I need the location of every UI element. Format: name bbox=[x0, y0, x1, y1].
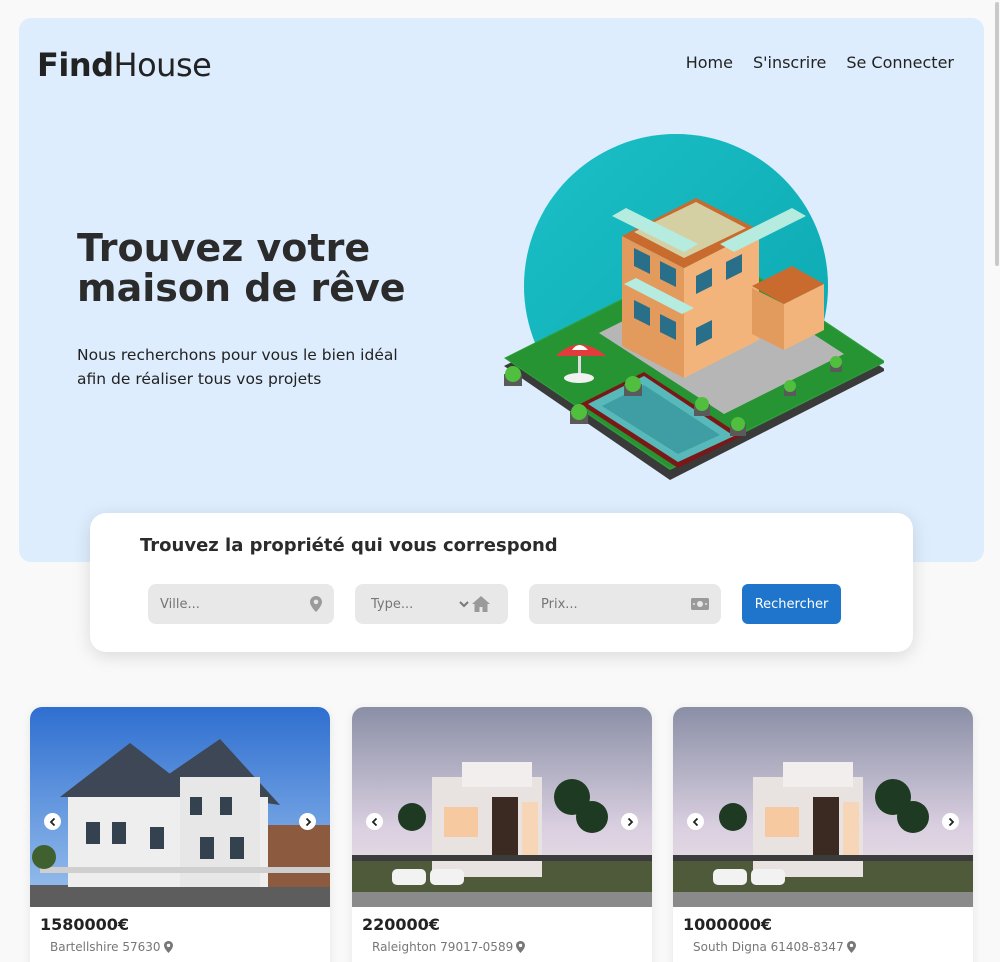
carousel-prev-button[interactable] bbox=[366, 813, 383, 830]
map-pin-icon bbox=[516, 941, 526, 953]
carousel-next-button[interactable] bbox=[621, 813, 638, 830]
listing-photo bbox=[352, 707, 652, 907]
map-pin-icon bbox=[310, 596, 322, 612]
main-nav: Home S'inscrire Se Connecter bbox=[686, 53, 954, 72]
search-title: Trouvez la propriété qui vous correspond bbox=[140, 535, 558, 556]
hero-subtitle: Nous recherchons pour vous le bien idéal… bbox=[77, 346, 398, 388]
chevron-left-icon bbox=[692, 817, 698, 826]
listing-price: 1000000€ bbox=[683, 915, 773, 934]
chevron-right-icon bbox=[627, 817, 633, 826]
listing-address-text: Bartellshire 57630 bbox=[50, 940, 161, 954]
listing-card[interactable]: 1580000€ Bartellshire 57630 bbox=[30, 707, 330, 962]
listing-card[interactable]: 1000000€ South Digna 61408-8347 bbox=[673, 707, 973, 962]
listing-address: Raleighton 79017-0589 bbox=[372, 940, 526, 954]
listing-photo bbox=[673, 707, 973, 907]
page-scrollbar[interactable] bbox=[994, 0, 1000, 962]
search-panel: Trouvez la propriété qui vous correspond… bbox=[90, 513, 913, 652]
type-field[interactable]: Type... bbox=[355, 584, 508, 624]
price-input[interactable] bbox=[541, 596, 691, 612]
nav-home[interactable]: Home bbox=[686, 53, 733, 72]
listing-price: 220000€ bbox=[362, 915, 440, 934]
listing-address: South Digna 61408-8347 bbox=[693, 940, 856, 954]
map-pin-icon bbox=[846, 941, 856, 953]
house-illustration bbox=[504, 134, 884, 480]
home-icon bbox=[472, 596, 490, 612]
carousel-next-button[interactable] bbox=[299, 813, 316, 830]
city-field[interactable] bbox=[148, 584, 334, 624]
chevron-right-icon bbox=[948, 817, 954, 826]
money-icon bbox=[691, 598, 709, 610]
carousel-prev-button[interactable] bbox=[687, 813, 704, 830]
hero-section: FindHouse Home S'inscrire Se Connecter T… bbox=[19, 18, 984, 562]
hero-title: Trouvez votre maison de rêve bbox=[77, 226, 406, 310]
listing-address-text: South Digna 61408-8347 bbox=[693, 940, 844, 954]
carousel-next-button[interactable] bbox=[942, 813, 959, 830]
nav-login[interactable]: Se Connecter bbox=[846, 53, 954, 72]
search-button[interactable]: Rechercher bbox=[742, 584, 841, 624]
listing-address: Bartellshire 57630 bbox=[50, 940, 173, 954]
listing-card[interactable]: 220000€ Raleighton 79017-0589 bbox=[352, 707, 652, 962]
price-field[interactable] bbox=[529, 584, 721, 624]
chevron-right-icon bbox=[305, 817, 311, 826]
city-input[interactable] bbox=[160, 596, 310, 612]
type-select[interactable]: Type... bbox=[367, 595, 472, 613]
chevron-left-icon bbox=[49, 817, 55, 826]
scrollbar-thumb[interactable] bbox=[995, 2, 999, 266]
chevron-left-icon bbox=[371, 817, 377, 826]
listing-photo bbox=[30, 707, 330, 907]
map-pin-icon bbox=[163, 941, 173, 953]
listing-price: 1580000€ bbox=[40, 915, 130, 934]
nav-signup[interactable]: S'inscrire bbox=[753, 53, 826, 72]
listing-address-text: Raleighton 79017-0589 bbox=[372, 940, 514, 954]
brand-logo[interactable]: FindHouse bbox=[37, 46, 212, 84]
carousel-prev-button[interactable] bbox=[44, 813, 61, 830]
